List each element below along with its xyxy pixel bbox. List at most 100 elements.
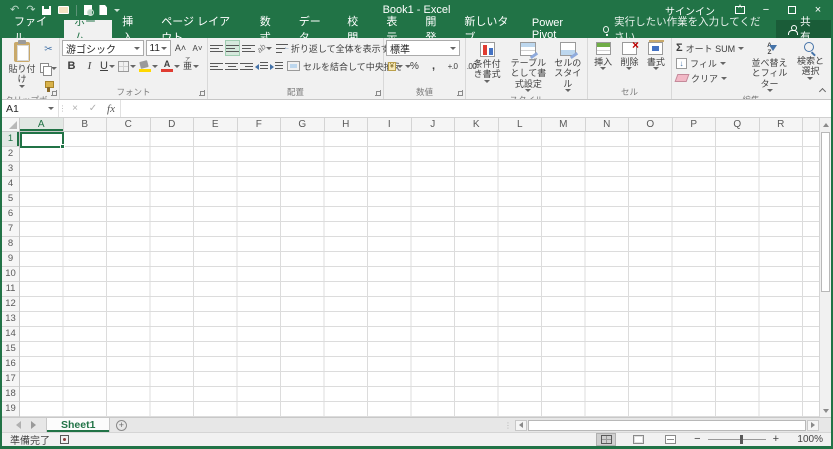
cancel-button[interactable]: ×: [66, 100, 84, 117]
row-header[interactable]: 3: [2, 162, 19, 177]
row-header[interactable]: 19: [2, 402, 19, 417]
row-header[interactable]: 1: [2, 132, 19, 147]
cut-button[interactable]: ✂: [40, 42, 57, 58]
customize-qat-button[interactable]: [114, 9, 120, 12]
row-header[interactable]: 13: [2, 312, 19, 327]
column-header[interactable]: C: [107, 118, 151, 131]
prev-sheet-button[interactable]: [16, 421, 21, 429]
column-header[interactable]: A: [20, 118, 64, 131]
vertical-scrollbar[interactable]: [819, 118, 831, 417]
scroll-right-button[interactable]: [807, 420, 819, 431]
ribbon-tab[interactable]: 開発: [415, 20, 454, 38]
paste-button[interactable]: 貼り付け: [4, 40, 40, 94]
fill-button[interactable]: フィル: [674, 56, 746, 70]
format-cells-button[interactable]: 書式: [644, 40, 668, 86]
share-button[interactable]: 共有: [776, 20, 831, 38]
clear-button[interactable]: クリア: [674, 71, 746, 85]
conditional-formatting-button[interactable]: 条件付き書式: [468, 40, 506, 94]
align-left-button[interactable]: [210, 58, 223, 74]
underline-button[interactable]: U: [100, 58, 115, 74]
cell-styles-button[interactable]: セルのスタイル: [550, 40, 585, 94]
ribbon-tab[interactable]: Power Pivot: [522, 20, 593, 38]
ribbon-tab[interactable]: データ: [289, 20, 338, 38]
page-layout-view-button[interactable]: [628, 433, 648, 446]
select-all-corner[interactable]: [2, 118, 20, 131]
middle-align-button[interactable]: [225, 40, 240, 56]
row-header[interactable]: 17: [2, 372, 19, 387]
grow-font-button[interactable]: A˄: [173, 40, 188, 56]
row-header[interactable]: 8: [2, 237, 19, 252]
number-dialog-launcher[interactable]: [457, 90, 463, 96]
zoom-slider-thumb[interactable]: [740, 435, 743, 444]
accounting-format-button[interactable]: ¥: [388, 58, 403, 74]
increase-decimal-button[interactable]: +.0: [445, 58, 460, 74]
row-header[interactable]: 16: [2, 357, 19, 372]
ribbon-tab[interactable]: 表示: [376, 20, 415, 38]
ribbon-tab[interactable]: 数式: [250, 20, 289, 38]
italic-button[interactable]: I: [82, 58, 97, 74]
number-format-combo[interactable]: 標準: [386, 40, 460, 56]
row-header[interactable]: 18: [2, 387, 19, 402]
tell-me-box[interactable]: 実行したい作業を入力してください: [593, 20, 776, 38]
column-header[interactable]: D: [151, 118, 195, 131]
row-header[interactable]: 4: [2, 177, 19, 192]
clipboard-dialog-launcher[interactable]: [51, 90, 57, 96]
zoom-out-button[interactable]: −: [694, 434, 700, 445]
zoom-in-button[interactable]: +: [773, 434, 779, 445]
column-header[interactable]: N: [586, 118, 630, 131]
row-header[interactable]: 5: [2, 192, 19, 207]
column-header[interactable]: R: [760, 118, 804, 131]
row-header[interactable]: 9: [2, 252, 19, 267]
font-color-button[interactable]: A: [161, 58, 180, 74]
align-right-button[interactable]: [240, 58, 253, 74]
enter-button[interactable]: ✓: [84, 100, 102, 117]
bottom-align-button[interactable]: [242, 40, 255, 56]
normal-view-button[interactable]: [596, 433, 616, 446]
increase-indent-button[interactable]: [270, 58, 283, 74]
horizontal-scrollbar[interactable]: ⋮: [501, 418, 831, 432]
tab-scroll-splitter[interactable]: ⋮: [501, 421, 515, 430]
column-header[interactable]: G: [281, 118, 325, 131]
column-header[interactable]: S: [803, 118, 819, 131]
ribbon-tab[interactable]: 校閲: [337, 20, 376, 38]
fill-color-button[interactable]: [139, 58, 158, 74]
macro-record-icon[interactable]: [60, 435, 69, 444]
column-header[interactable]: M: [542, 118, 586, 131]
add-sheet-button[interactable]: +: [110, 418, 132, 432]
ribbon-tab[interactable]: 挿入: [112, 20, 151, 38]
alignment-dialog-launcher[interactable]: [375, 90, 381, 96]
selected-cell-a1[interactable]: [20, 132, 64, 148]
column-header[interactable]: P: [673, 118, 717, 131]
row-header[interactable]: 6: [2, 207, 19, 222]
row-header[interactable]: 15: [2, 342, 19, 357]
ribbon-tab[interactable]: ページ レイアウト: [151, 20, 250, 38]
cell-grid[interactable]: [20, 132, 819, 417]
fill-handle[interactable]: [60, 144, 65, 149]
column-header[interactable]: K: [455, 118, 499, 131]
shrink-font-button[interactable]: A˅: [190, 40, 205, 56]
scroll-down-button[interactable]: [820, 404, 831, 417]
column-header[interactable]: H: [325, 118, 369, 131]
ribbon-tab[interactable]: 新しいタブ: [454, 20, 522, 38]
bold-button[interactable]: B: [64, 58, 79, 74]
zoom-slider[interactable]: [708, 439, 766, 440]
decrease-indent-button[interactable]: [255, 58, 268, 74]
format-as-table-button[interactable]: テーブルとして書式設定: [506, 40, 550, 94]
next-sheet-button[interactable]: [31, 421, 36, 429]
column-header[interactable]: E: [194, 118, 238, 131]
insert-function-button[interactable]: fx: [102, 100, 120, 117]
top-align-button[interactable]: [210, 40, 223, 56]
row-header[interactable]: 14: [2, 327, 19, 342]
page-break-view-button[interactable]: [660, 433, 680, 446]
zoom-level[interactable]: 100%: [793, 434, 823, 445]
name-box[interactable]: A1: [2, 100, 59, 117]
font-size-combo[interactable]: 11: [146, 40, 172, 56]
font-name-combo[interactable]: 游ゴシック: [62, 40, 144, 56]
scroll-up-button[interactable]: [820, 118, 831, 131]
sort-filter-button[interactable]: AZ 並べ替えとフィルター: [746, 40, 793, 94]
scroll-left-button[interactable]: [515, 420, 527, 431]
column-header[interactable]: I: [368, 118, 412, 131]
align-center-button[interactable]: [225, 58, 238, 74]
row-header[interactable]: 12: [2, 297, 19, 312]
column-header[interactable]: L: [499, 118, 543, 131]
